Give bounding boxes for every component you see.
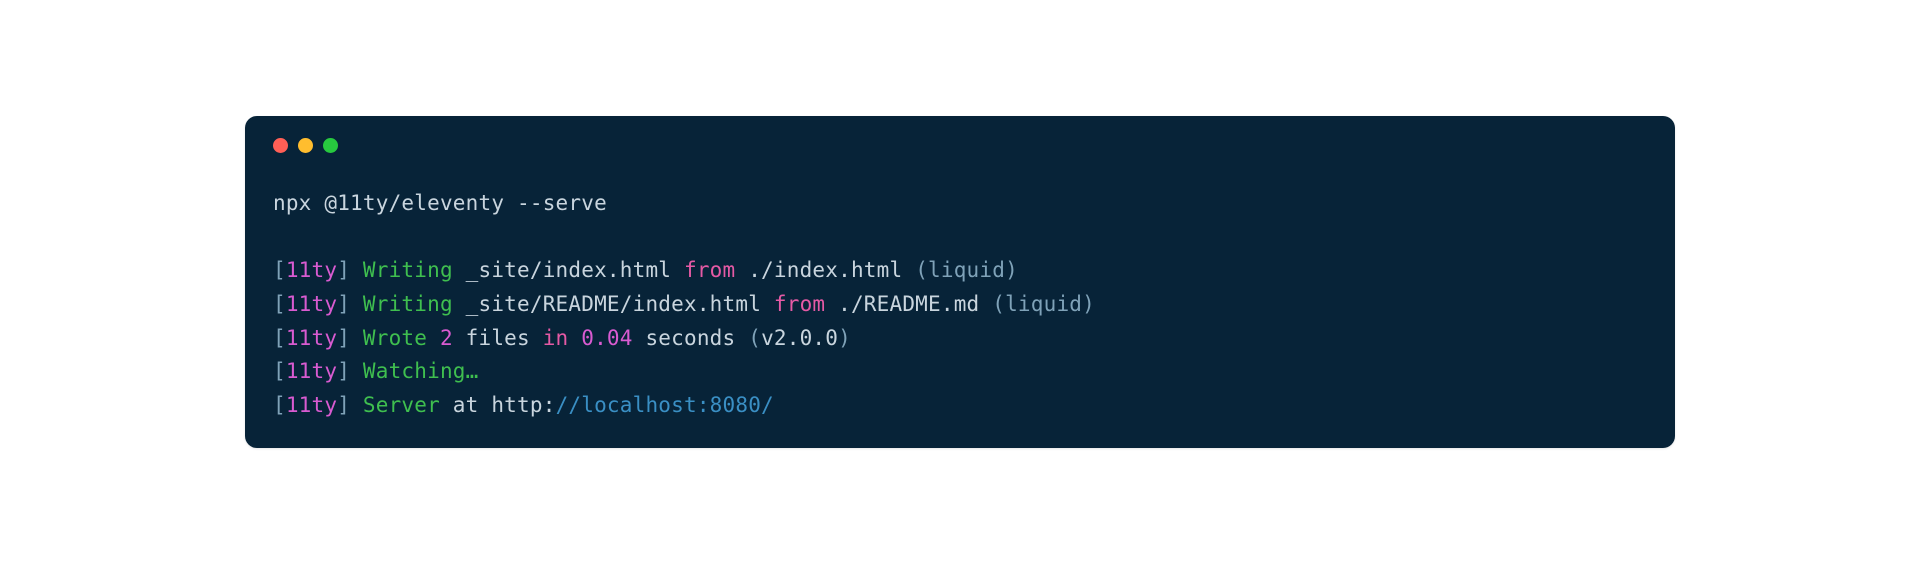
bracket-open: [: [273, 258, 286, 282]
word-seconds: seconds: [633, 326, 749, 350]
server-url[interactable]: //localhost:8080/: [556, 393, 774, 417]
log-line-server: [11ty] Server at http://localhost:8080/: [273, 389, 1647, 423]
terminal-content: npx @11ty/eleventy --serve [11ty] Writin…: [273, 187, 1647, 423]
paren-open: (: [748, 326, 761, 350]
log-line-watching: [11ty] Watching…: [273, 355, 1647, 389]
log-tag: 11ty: [286, 393, 337, 417]
log-tag: 11ty: [286, 258, 337, 282]
bracket-close: ]: [337, 393, 363, 417]
word-files: files: [453, 326, 543, 350]
space: [825, 292, 838, 316]
log-verb: Server: [363, 393, 440, 417]
space: [761, 292, 774, 316]
bracket-open: [: [273, 359, 286, 383]
log-tag: 11ty: [286, 359, 337, 383]
space: [453, 292, 466, 316]
command-line: npx @11ty/eleventy --serve: [273, 187, 1647, 221]
window-controls: [273, 138, 1647, 153]
keyword-from: from: [774, 292, 825, 316]
source-path: ./index.html: [748, 258, 915, 282]
log-tag: 11ty: [286, 326, 337, 350]
keyword-in: in: [543, 326, 569, 350]
keyword-from: from: [684, 258, 735, 282]
space: [453, 258, 466, 282]
space: [568, 326, 581, 350]
file-count: 2: [440, 326, 453, 350]
log-verb: Writing: [363, 258, 453, 282]
log-verb: Writing: [363, 292, 453, 316]
terminal-window: npx @11ty/eleventy --serve [11ty] Writin…: [245, 116, 1675, 449]
word-at: at: [440, 393, 491, 417]
bracket-close: ]: [337, 326, 363, 350]
log-line-writing-readme: [11ty] Writing _site/README/index.html f…: [273, 288, 1647, 322]
bracket-open: [: [273, 292, 286, 316]
url-protocol: http:: [491, 393, 555, 417]
close-icon[interactable]: [273, 138, 288, 153]
template-engine: (liquid): [992, 292, 1095, 316]
minimize-icon[interactable]: [298, 138, 313, 153]
space: [671, 258, 684, 282]
output-path: _site/index.html: [466, 258, 672, 282]
log-line-wrote-summary: [11ty] Wrote 2 files in 0.04 seconds (v2…: [273, 322, 1647, 356]
bracket-close: ]: [337, 359, 363, 383]
log-verb: Watching…: [363, 359, 479, 383]
space: [427, 326, 440, 350]
log-line-writing-index: [11ty] Writing _site/index.html from ./i…: [273, 254, 1647, 288]
maximize-icon[interactable]: [323, 138, 338, 153]
bracket-close: ]: [337, 292, 363, 316]
duration-seconds: 0.04: [581, 326, 632, 350]
version-number: v2.0.0: [761, 326, 838, 350]
bracket-close: ]: [337, 258, 363, 282]
bracket-open: [: [273, 326, 286, 350]
log-verb: Wrote: [363, 326, 427, 350]
template-engine: (liquid): [915, 258, 1018, 282]
log-tag: 11ty: [286, 292, 337, 316]
bracket-open: [: [273, 393, 286, 417]
output-path: _site/README/index.html: [466, 292, 761, 316]
space: [735, 258, 748, 282]
source-path: ./README.md: [838, 292, 992, 316]
paren-close: ): [838, 326, 851, 350]
